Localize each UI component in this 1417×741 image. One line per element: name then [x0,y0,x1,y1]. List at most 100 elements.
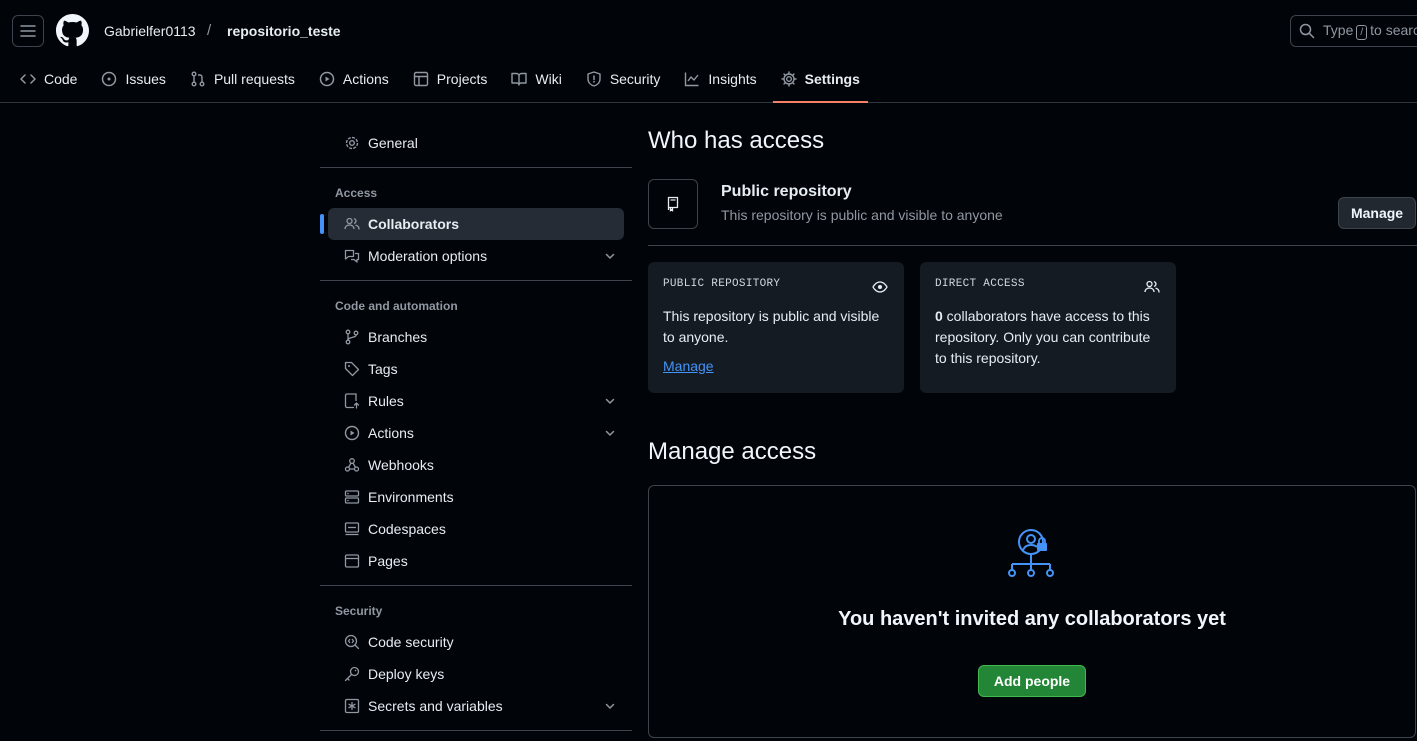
sidebar-item-codespaces[interactable]: Codespaces [328,513,624,545]
codespaces-icon [344,522,360,536]
sidebar-item-label: General [368,135,418,151]
tab-label: Issues [125,71,166,87]
sidebar-item-pages[interactable]: Pages [328,545,624,577]
repo-push-icon [344,393,360,409]
visibility-row: Public repository This repository is pub… [648,179,1417,245]
tab-actions[interactable]: Actions [311,62,397,96]
tab-label: Pull requests [213,71,295,87]
shield-icon [587,71,601,87]
tab-label: Security [609,71,661,87]
tab-pull-requests[interactable]: Pull requests [182,62,303,96]
sidebar-item-label: Rules [368,393,404,409]
play-icon [319,71,335,87]
sidebar-item-secrets-variables[interactable]: Secrets and variables [328,690,624,722]
sidebar-item-collaborators[interactable]: Collaborators [320,208,624,240]
sidebar-item-actions[interactable]: Actions [328,417,624,449]
sidebar-item-rules[interactable]: Rules [328,385,624,417]
visibility-title: Public repository [721,183,852,200]
tab-security[interactable]: Security [578,62,669,96]
server-icon [344,490,360,504]
sidebar-divider [320,167,632,168]
sidebar-item-label: Webhooks [368,457,434,473]
sidebar-item-label: Secrets and variables [368,698,503,714]
sidebar-item-label: Branches [368,329,428,345]
chevron-down-icon [605,430,615,437]
person-lock-icon [1008,529,1054,577]
sidebar-item-general[interactable]: General [328,127,624,159]
webhook-icon [344,458,360,472]
sidebar-item-label: Tags [368,361,398,377]
issue-icon [102,71,117,87]
menu-button[interactable] [12,15,44,47]
comment-discussion-icon [344,249,360,263]
pull-request-icon [191,71,205,87]
add-people-button[interactable]: Add people [978,665,1086,697]
card-label: DIRECT ACCESS [935,278,1025,290]
card-text: This repository is public and visible to… [663,308,880,345]
repo-icon-box [648,179,698,229]
sidebar-group-access: Access [335,186,378,200]
sidebar-item-label: Codespaces [368,521,446,537]
chevron-down-icon [605,253,615,260]
tab-label: Actions [342,71,389,87]
sidebar-item-label: Pages [368,553,408,569]
sidebar-item-label: Environments [368,489,454,505]
breadcrumb-owner[interactable]: Gabrielfer0113 [104,23,196,39]
search-icon [1299,23,1315,39]
tab-code[interactable]: Code [12,62,85,96]
sidebar-item-label: Actions [368,425,414,441]
gear-icon [780,71,797,87]
graph-icon [685,72,699,87]
repo-header: Gabrielfer0113 / repositorio_teste Type /… [0,0,1417,103]
sidebar-item-tags[interactable]: Tags [328,353,624,385]
search-input[interactable]: Type/to search [1290,15,1417,47]
sidebar-item-branches[interactable]: Branches [328,321,624,353]
settings-sidebar: General Access Collaborators Moderation … [320,127,632,739]
sidebar-item-environments[interactable]: Environments [328,481,624,513]
search-placeholder: Type/to search [1323,22,1417,40]
sidebar-group-code-automation: Code and automation [335,299,458,313]
empty-state-message: You haven't invited any collaborators ye… [838,608,1226,630]
tab-settings[interactable]: Settings [772,62,869,103]
breadcrumb-repo[interactable]: repositorio_teste [227,23,341,39]
sidebar-item-label: Deploy keys [368,666,445,682]
sidebar-group-security: Security [335,604,383,618]
play-icon [344,425,360,441]
table-icon [413,71,428,87]
sidebar-item-label: Moderation options [368,248,488,264]
repo-icon [667,196,679,212]
main-content: Who has access Public repository This re… [648,127,1417,738]
manage-link[interactable]: Manage [663,358,714,374]
sidebar-item-code-security[interactable]: Code security [328,626,624,658]
section-divider [648,245,1417,246]
public-repository-card: PUBLIC REPOSITORY This repository is pub… [648,262,904,393]
asterisk-icon [344,698,360,714]
key-icon [344,666,360,682]
manage-visibility-button[interactable]: Manage [1338,197,1416,229]
sidebar-item-label: Code security [368,634,454,650]
tab-label: Settings [804,71,860,87]
sidebar-item-webhooks[interactable]: Webhooks [328,449,624,481]
tab-issues[interactable]: Issues [93,62,173,96]
card-label: PUBLIC REPOSITORY [663,278,781,290]
tab-insights[interactable]: Insights [676,62,764,96]
tab-label: Projects [436,71,488,87]
manage-access-heading: Manage access [648,438,817,465]
breadcrumb-separator: / [207,22,212,39]
hamburger-icon [20,25,36,37]
card-text: 0 collaborators have access to this repo… [935,308,1151,366]
sidebar-item-moderation-options[interactable]: Moderation options [328,240,624,272]
tab-label: Code [44,71,78,87]
tab-projects[interactable]: Projects [405,62,496,96]
gear-icon [345,136,359,150]
book-icon [511,72,528,86]
visibility-description: This repository is public and visible to… [721,207,1003,223]
repo-tabs: Code Issues Pull requests Actions Projec… [12,62,876,103]
tab-wiki[interactable]: Wiki [503,62,569,96]
sidebar-item-deploy-keys[interactable]: Deploy keys [328,658,624,690]
github-logo-icon[interactable] [56,14,89,47]
codescan-icon [344,634,360,650]
people-icon [1144,280,1160,293]
collaborator-count: 0 [935,308,943,324]
sidebar-divider [320,280,632,281]
